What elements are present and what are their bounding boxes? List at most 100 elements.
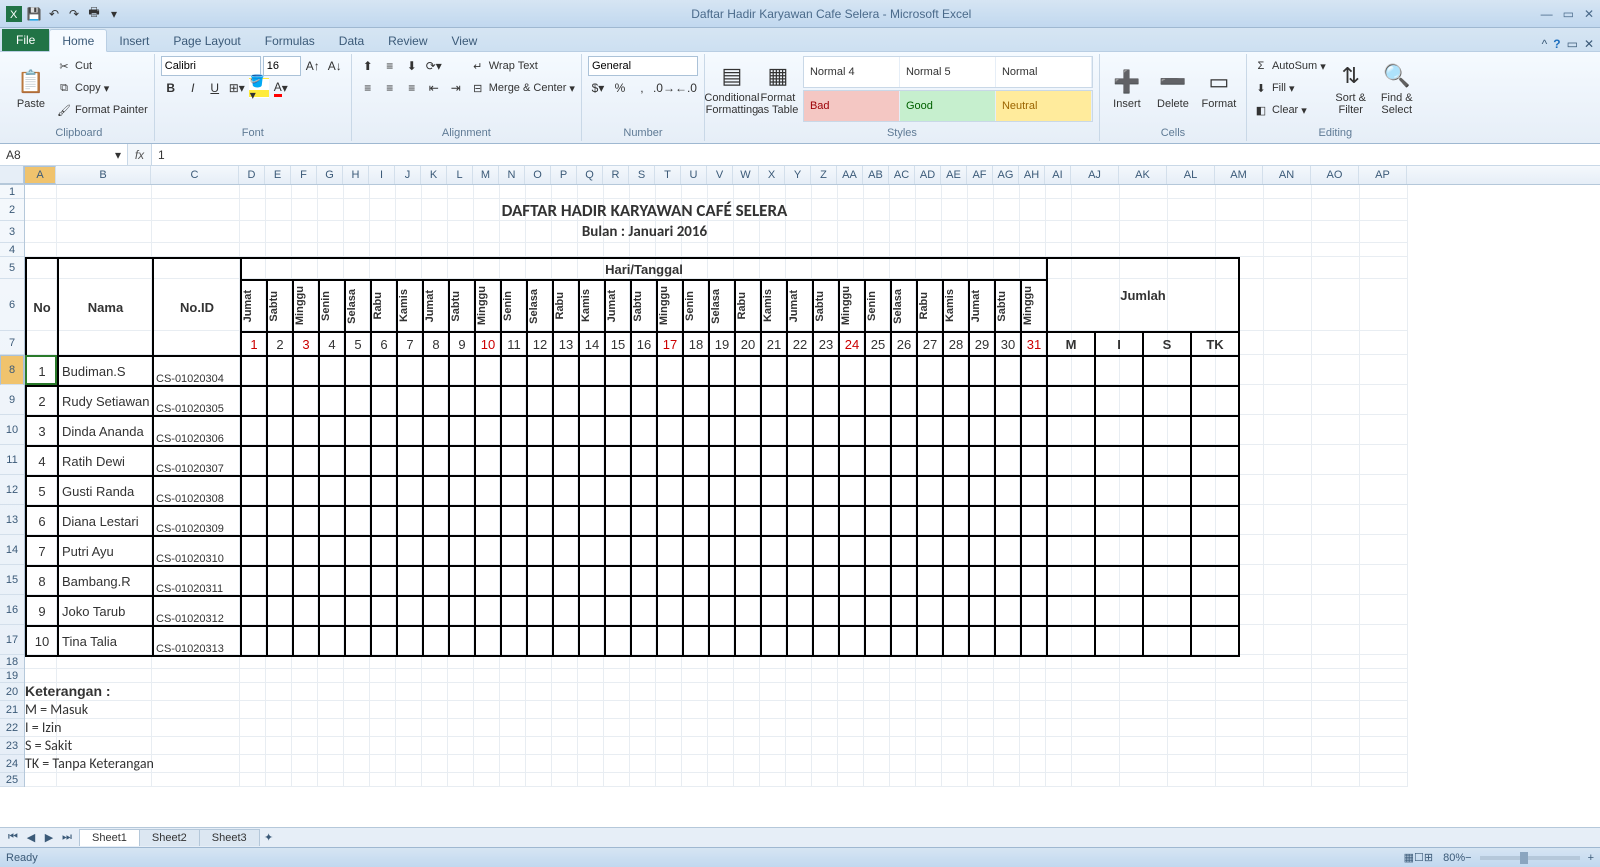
cell[interactable] xyxy=(57,773,152,787)
cell[interactable] xyxy=(760,755,786,773)
cell[interactable] xyxy=(604,243,630,257)
cell[interactable] xyxy=(1020,669,1046,683)
cell[interactable] xyxy=(968,243,994,257)
cell[interactable] xyxy=(682,719,708,737)
cell[interactable] xyxy=(1264,199,1312,221)
cell[interactable] xyxy=(344,655,370,669)
cell[interactable] xyxy=(1360,331,1408,355)
indent-dec-icon[interactable]: ⇤ xyxy=(424,78,444,98)
cell[interactable] xyxy=(1020,755,1046,773)
cell[interactable] xyxy=(552,701,578,719)
cell[interactable] xyxy=(890,243,916,257)
align-center-icon[interactable]: ≡ xyxy=(380,78,400,98)
column-header[interactable]: E xyxy=(265,166,291,184)
style-normal4[interactable]: Normal 4 xyxy=(804,57,900,87)
border-button[interactable]: ⊞▾ xyxy=(227,78,247,98)
cell[interactable] xyxy=(370,701,396,719)
cell[interactable] xyxy=(1020,701,1046,719)
cell[interactable] xyxy=(1360,773,1408,787)
cell[interactable] xyxy=(968,185,994,199)
cell[interactable] xyxy=(1264,257,1312,279)
sheet-tab-3[interactable]: Sheet3 xyxy=(199,829,260,846)
ribbon-x-icon[interactable]: ✕ xyxy=(1584,37,1594,51)
cell[interactable] xyxy=(942,737,968,755)
cell[interactable] xyxy=(1120,683,1168,701)
cell[interactable] xyxy=(396,185,422,199)
column-header[interactable]: Y xyxy=(785,166,811,184)
cell[interactable] xyxy=(890,737,916,755)
cell[interactable] xyxy=(1216,683,1264,701)
cell[interactable] xyxy=(370,737,396,755)
cell[interactable] xyxy=(422,243,448,257)
cell[interactable] xyxy=(682,737,708,755)
cell[interactable] xyxy=(1020,737,1046,755)
minimize-ribbon-icon[interactable]: ^ xyxy=(1542,37,1548,51)
cell[interactable] xyxy=(1264,655,1312,669)
cell[interactable] xyxy=(890,655,916,669)
zoom-slider[interactable] xyxy=(1480,856,1580,860)
cell[interactable] xyxy=(994,737,1020,755)
cell[interactable] xyxy=(474,185,500,199)
cell[interactable] xyxy=(968,755,994,773)
cell[interactable] xyxy=(396,719,422,737)
column-header[interactable]: T xyxy=(655,166,681,184)
cell[interactable] xyxy=(552,669,578,683)
cell[interactable] xyxy=(25,669,57,683)
cell[interactable] xyxy=(942,655,968,669)
column-header[interactable]: AL xyxy=(1167,166,1215,184)
cell[interactable] xyxy=(1120,655,1168,669)
cell[interactable] xyxy=(812,243,838,257)
font-name-select[interactable] xyxy=(161,56,261,76)
cell[interactable] xyxy=(448,655,474,669)
cell[interactable] xyxy=(1168,683,1216,701)
cell[interactable] xyxy=(916,737,942,755)
cell[interactable] xyxy=(1264,445,1312,475)
fill-color-button[interactable]: 🪣▾ xyxy=(249,78,269,98)
cell[interactable] xyxy=(474,755,500,773)
cell[interactable] xyxy=(1312,331,1360,355)
cell[interactable] xyxy=(526,683,552,701)
cell[interactable] xyxy=(1072,683,1120,701)
cell[interactable] xyxy=(1360,683,1408,701)
cell[interactable] xyxy=(604,737,630,755)
cell[interactable] xyxy=(1312,565,1360,595)
cell[interactable] xyxy=(25,655,57,669)
cell[interactable] xyxy=(474,683,500,701)
cell[interactable] xyxy=(1360,505,1408,535)
cell[interactable] xyxy=(656,655,682,669)
column-header[interactable]: AH xyxy=(1019,166,1045,184)
cell[interactable] xyxy=(1072,719,1120,737)
cell[interactable] xyxy=(864,655,890,669)
cell[interactable] xyxy=(812,701,838,719)
cell[interactable] xyxy=(1216,185,1264,199)
tab-formulas[interactable]: Formulas xyxy=(253,30,327,51)
cell[interactable] xyxy=(344,243,370,257)
cell[interactable] xyxy=(1120,737,1168,755)
cell[interactable] xyxy=(786,773,812,787)
cell[interactable] xyxy=(57,669,152,683)
cell[interactable] xyxy=(1312,199,1360,221)
cell[interactable] xyxy=(1046,701,1072,719)
cell[interactable] xyxy=(344,185,370,199)
column-header[interactable]: AN xyxy=(1263,166,1311,184)
style-neutral[interactable]: Neutral xyxy=(996,91,1092,121)
column-header[interactable]: AB xyxy=(863,166,889,184)
cell[interactable] xyxy=(1360,185,1408,199)
cell[interactable] xyxy=(708,655,734,669)
cell[interactable] xyxy=(500,773,526,787)
cell[interactable] xyxy=(266,773,292,787)
tab-home[interactable]: Home xyxy=(49,29,107,52)
cell[interactable] xyxy=(422,185,448,199)
column-header[interactable]: U xyxy=(681,166,707,184)
cell[interactable] xyxy=(1312,445,1360,475)
cell[interactable] xyxy=(396,755,422,773)
cell[interactable] xyxy=(656,701,682,719)
cell[interactable] xyxy=(760,669,786,683)
cell[interactable] xyxy=(1264,683,1312,701)
cell[interactable] xyxy=(578,719,604,737)
cell[interactable] xyxy=(1360,535,1408,565)
currency-icon[interactable]: $▾ xyxy=(588,78,608,98)
cell[interactable] xyxy=(1312,415,1360,445)
cell[interactable] xyxy=(25,185,57,199)
cell[interactable] xyxy=(292,669,318,683)
